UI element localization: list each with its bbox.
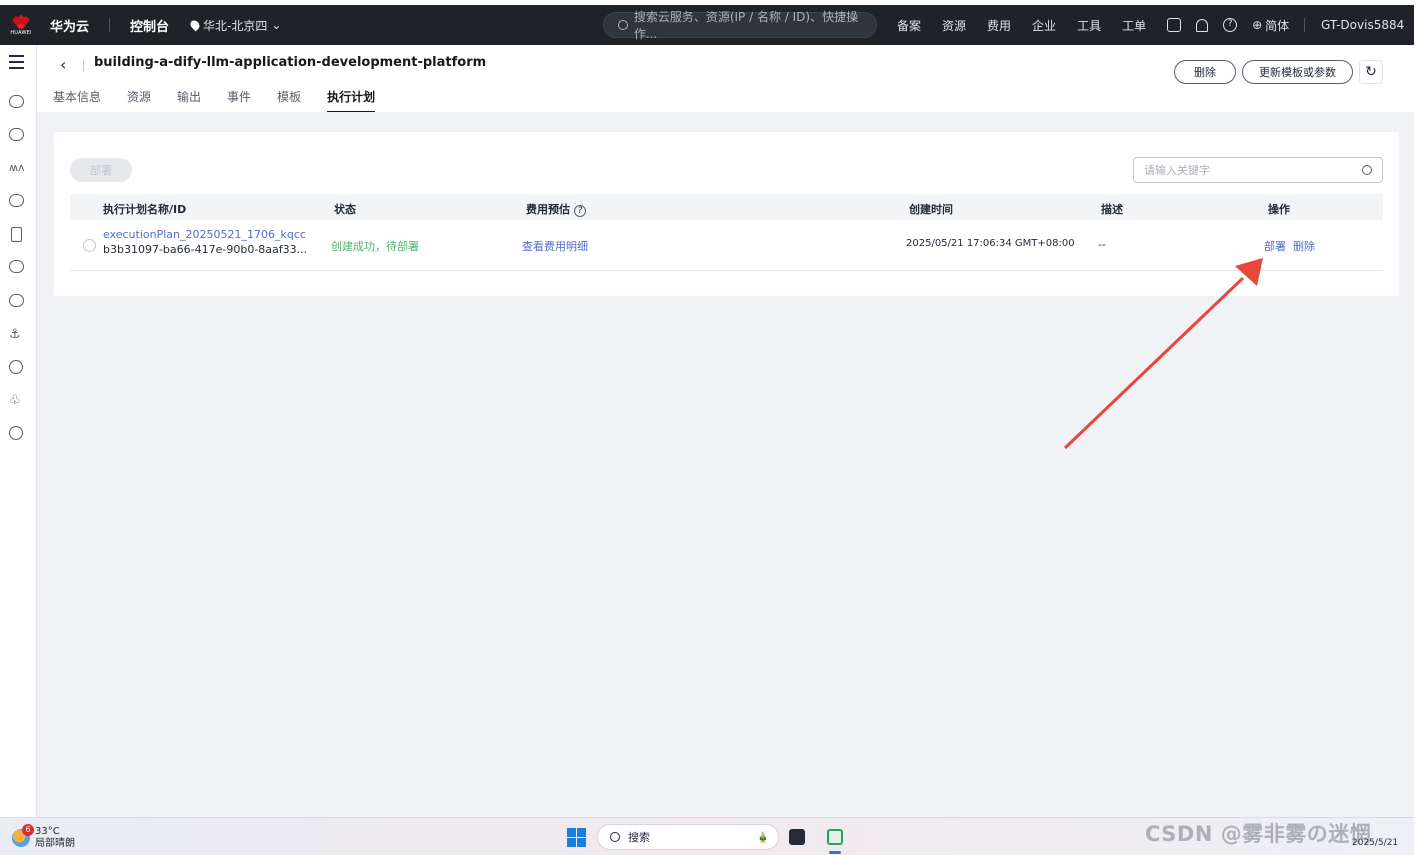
service-sidebar: ʍʌ ⚓︎ ♧ — [0, 45, 37, 817]
cluster-icon[interactable]: ♧ — [9, 393, 24, 408]
execution-plan-card: 部署 请输入关键字 执行计划名称/ID 状态 费用预估? 创建时间 描述 操作 … — [54, 132, 1399, 296]
weather-icon: 6 — [12, 824, 34, 847]
keyword-placeholder: 请输入关键字 — [1144, 164, 1210, 177]
tab-events[interactable]: 事件 — [227, 88, 251, 113]
region-selector[interactable]: 华北-北京四 ⌄ — [188, 17, 282, 34]
tab-resources[interactable]: 资源 — [127, 88, 151, 113]
description-value: -- — [1098, 238, 1106, 251]
task-view-icon[interactable] — [789, 829, 805, 845]
col-created: 创建时间 — [909, 203, 953, 216]
view-cost-link[interactable]: 查看费用明细 — [522, 238, 588, 254]
tab-bar: 基本信息 资源 输出 事件 模板 执行计划 — [53, 88, 401, 113]
refresh-icon[interactable]: ↻ — [1359, 60, 1383, 84]
bamboo-icon: 🎍 — [756, 830, 770, 844]
location-pin-icon — [188, 18, 202, 32]
temperature: 33°C — [35, 826, 60, 837]
col-cost: 费用预估? — [526, 201, 586, 217]
nav-tickets[interactable]: 工单 — [1122, 17, 1146, 34]
page-header: ‹ building-a-dify-llm-application-develo… — [37, 45, 1414, 113]
taskbar-search-input[interactable]: 搜索 🎍 — [597, 824, 779, 850]
cloud-icon[interactable] — [9, 260, 24, 273]
top-navigation-bar: HUAWEI 华为云 控制台 华北-北京四 ⌄ 搜索云服务、资源(IP / 名称… — [0, 5, 1414, 45]
taskbar-search-label: 搜索 — [628, 831, 650, 844]
cloud-network-icon[interactable] — [9, 294, 24, 307]
document-icon[interactable] — [11, 227, 22, 242]
brand-name[interactable]: 华为云 — [50, 16, 89, 35]
row-select-radio[interactable] — [83, 239, 96, 252]
status-text: 创建成功，待部署 — [331, 240, 419, 253]
col-status: 状态 — [334, 203, 356, 216]
tab-basic-info[interactable]: 基本信息 — [53, 88, 101, 113]
user-menu[interactable]: GT-Dovis5884 — [1304, 5, 1404, 45]
table-row: executionPlan_20250521_1706_kqcc b3b3109… — [70, 220, 1383, 271]
row-delete-link[interactable]: 删除 — [1293, 238, 1315, 254]
search-icon — [610, 832, 620, 842]
username: GT-Dovis5884 — [1321, 18, 1405, 32]
update-template-button[interactable]: 更新模板或参数 — [1242, 60, 1353, 84]
bell-icon[interactable] — [1196, 18, 1209, 32]
monitor-icon[interactable] — [9, 360, 23, 374]
chevron-down-icon: ⌄ — [271, 18, 282, 32]
windows-taskbar: 6 33°C 局部晴朗 搜索 🎍 CSDN @雾非雾の迷惘 2025/5/21 — [0, 817, 1414, 855]
help-icon[interactable]: ? — [574, 205, 586, 217]
console-link[interactable]: 控制台 — [130, 16, 169, 35]
col-description: 描述 — [1101, 203, 1123, 216]
windows-start-icon[interactable] — [567, 828, 586, 847]
globe-icon[interactable]: ⊕ — [1252, 18, 1262, 32]
main-content: 部署 请输入关键字 执行计划名称/ID 状态 费用预估? 创建时间 描述 操作 … — [37, 112, 1414, 817]
menu-icon[interactable] — [9, 55, 24, 73]
app-icon[interactable] — [827, 829, 843, 845]
search-icon[interactable] — [1362, 165, 1372, 175]
cloud-service-icon[interactable] — [9, 95, 24, 108]
plan-name-link[interactable]: executionPlan_20250521_1706_kqcc — [103, 228, 306, 241]
language-selector[interactable]: 简体 — [1265, 17, 1289, 34]
col-plan-name: 执行计划名称/ID — [103, 203, 187, 216]
divider — [109, 18, 111, 32]
tab-outputs[interactable]: 输出 — [177, 88, 201, 113]
delete-stack-button[interactable]: 删除 — [1174, 60, 1236, 84]
keyword-search-input[interactable]: 请输入关键字 — [1133, 157, 1383, 183]
csdn-watermark: CSDN @雾非雾の迷惘 — [1145, 822, 1372, 846]
table-header: 执行计划名称/ID 状态 费用预估? 创建时间 描述 操作 — [70, 194, 1383, 220]
page-title: building-a-dify-llm-application-developm… — [94, 55, 487, 70]
region-label: 华北-北京四 — [203, 18, 268, 33]
global-search-input[interactable]: 搜索云服务、资源(IP / 名称 / ID)、快捷操作... — [603, 10, 877, 41]
top-nav-links: 备案 资源 费用 企业 工具 工单 ? ⊕ 简体 — [897, 5, 1289, 45]
nav-billing[interactable]: 费用 — [987, 17, 1011, 34]
tab-execution-plan[interactable]: 执行计划 — [327, 88, 376, 113]
taskbar-date: 2025/5/21 — [1352, 838, 1399, 848]
back-icon[interactable]: ‹ — [60, 55, 66, 74]
model-arts-icon[interactable]: ʍʌ — [9, 161, 25, 174]
search-placeholder: 搜索云服务、资源(IP / 名称 / ID)、快捷操作... — [633, 10, 859, 41]
col-actions: 操作 — [1268, 203, 1290, 216]
help-icon[interactable]: ? — [1223, 18, 1238, 32]
active-app-indicator — [829, 851, 841, 854]
anchor-icon[interactable]: ⚓︎ — [9, 327, 24, 342]
created-time: 2025/05/21 17:06:34 GMT+08:00 — [906, 238, 1075, 249]
plan-id: b3b31097-ba66-417e-90b0-8aaf33... — [103, 243, 308, 256]
weather-text: 局部晴朗 — [35, 838, 75, 849]
search-icon — [618, 20, 628, 30]
divider — [1304, 18, 1305, 32]
divider — [83, 59, 84, 71]
deploy-button[interactable]: 部署 — [70, 158, 132, 182]
nav-enterprise[interactable]: 企业 — [1032, 17, 1056, 34]
notification-badge: 6 — [22, 824, 34, 836]
cloud-storage-icon[interactable] — [9, 128, 24, 141]
globe-service-icon[interactable] — [9, 426, 23, 440]
cloud-upload-icon[interactable] — [9, 194, 24, 207]
huawei-logo-icon[interactable]: HUAWEI — [0, 5, 42, 45]
nav-resources[interactable]: 资源 — [942, 17, 966, 34]
tab-template[interactable]: 模板 — [277, 88, 301, 113]
nav-beian[interactable]: 备案 — [897, 17, 921, 34]
row-deploy-link[interactable]: 部署 — [1264, 238, 1286, 254]
weather-widget[interactable]: 6 33°C 局部晴朗 — [12, 824, 75, 850]
nav-tools[interactable]: 工具 — [1077, 17, 1101, 34]
terminal-icon[interactable] — [1167, 18, 1182, 32]
